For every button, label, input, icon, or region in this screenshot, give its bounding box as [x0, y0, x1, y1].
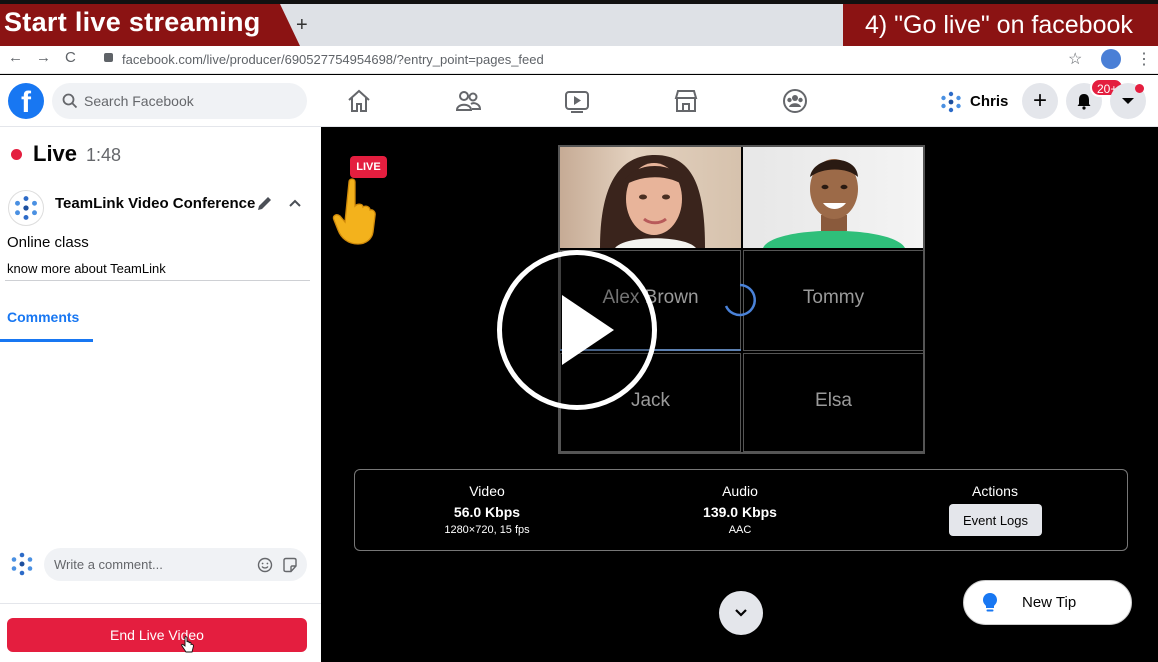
chevron-up-icon[interactable]	[288, 197, 302, 209]
screen: Start live streaming + 4) "Go live" on f…	[0, 0, 1158, 662]
video-title: Online class	[7, 234, 89, 251]
participant-name: Elsa	[815, 390, 852, 411]
man-portrait-image	[763, 159, 905, 248]
account-alert-dot	[1135, 84, 1144, 93]
new-tip-label: New Tip	[1022, 594, 1077, 611]
star-icon[interactable]: ☆	[1068, 49, 1082, 69]
back-icon[interactable]: ←	[8, 49, 23, 66]
caret-down-icon	[1122, 98, 1134, 104]
video-description: know more about TeamLink	[7, 261, 166, 276]
video-resolution: 1280×720, 15 fps	[444, 524, 530, 536]
profile-button[interactable]: Chris	[934, 83, 1014, 119]
loading-spinner-icon	[724, 283, 756, 317]
emoji-icon[interactable]	[257, 557, 273, 573]
video-label: Video	[469, 483, 505, 499]
tab-comments[interactable]: Comments	[7, 309, 79, 325]
search-input[interactable]	[84, 83, 294, 119]
comment-box	[44, 548, 307, 581]
teamlink-avatar-icon	[941, 91, 961, 113]
search-icon	[62, 93, 78, 109]
extension-icon[interactable]	[1101, 49, 1121, 69]
facebook-logo-icon[interactable]: f	[8, 83, 44, 119]
live-label: Live	[33, 141, 78, 166]
scroll-down-button[interactable]	[719, 591, 763, 635]
new-tab-button[interactable]: +	[296, 14, 308, 37]
profile-name: Chris	[970, 93, 1009, 110]
lightbulb-icon	[983, 593, 997, 612]
marketplace-icon[interactable]	[672, 87, 700, 115]
audio-bitrate: 139.0 Kbps	[703, 504, 777, 520]
live-dot-icon	[11, 149, 22, 160]
friends-icon[interactable]	[454, 87, 482, 115]
edit-pencil-icon[interactable]	[256, 194, 274, 212]
plus-icon: +	[1032, 87, 1047, 114]
participant-video-man	[743, 147, 923, 248]
end-live-video-button[interactable]: End Live Video	[7, 618, 307, 652]
video-bitrate: 56.0 Kbps	[453, 504, 521, 520]
bell-icon	[1077, 94, 1091, 110]
woman-portrait-image	[600, 155, 705, 248]
commenter-avatar-icon	[11, 552, 33, 576]
sticker-icon[interactable]	[282, 557, 298, 573]
home-icon[interactable]	[345, 87, 373, 115]
url-field[interactable]: facebook.com/live/producer/6905277549546…	[96, 48, 1056, 72]
live-elapsed-time: 1:48	[86, 145, 122, 165]
facebook-header: f Search Facebook Chris + 20+	[0, 75, 1158, 127]
bottom-separator	[0, 603, 321, 604]
watch-icon[interactable]	[563, 87, 591, 115]
participant-tile: Elsa	[743, 353, 924, 452]
tab-underline	[0, 339, 93, 342]
new-tip-button[interactable]: New Tip	[963, 580, 1132, 625]
browser-menu-icon[interactable]: ⋮	[1136, 49, 1152, 69]
live-sidebar: Live 1:48 TeamLink Video Conference Onli…	[0, 127, 321, 662]
right-banner: 4) "Go live" on facebook	[843, 4, 1158, 48]
audio-codec: AAC	[728, 524, 752, 536]
participant-tile: Tommy	[743, 250, 924, 351]
actions-label: Actions	[972, 483, 1018, 499]
tab-strip: Start live streaming + 4) "Go live" on f…	[0, 0, 1158, 48]
left-banner-text: Start live streaming	[4, 7, 261, 37]
chevron-down-icon	[735, 609, 747, 617]
live-badge: LIVE	[350, 156, 387, 178]
reload-icon[interactable]: C	[65, 49, 76, 66]
create-button[interactable]: +	[1022, 83, 1058, 119]
audio-label: Audio	[722, 483, 758, 499]
address-bar: ← → C facebook.com/live/producer/6905277…	[0, 46, 1158, 74]
left-banner: Start live streaming	[0, 4, 300, 46]
mouse-cursor-icon	[181, 636, 194, 653]
groups-icon[interactable]	[781, 87, 809, 115]
pointing-hand-icon	[332, 178, 376, 245]
event-logs-button[interactable]: Event Logs	[949, 504, 1042, 536]
comment-input[interactable]	[54, 548, 254, 581]
participant-name: Tommy	[802, 287, 865, 308]
right-banner-text: 4) "Go live" on facebook	[865, 11, 1133, 39]
search-box	[52, 83, 307, 119]
page-avatar-icon	[8, 190, 44, 226]
divider	[5, 280, 310, 281]
play-button[interactable]	[497, 250, 657, 410]
participant-video-woman	[560, 147, 741, 248]
page-name: TeamLink Video Conference	[55, 195, 256, 212]
stream-health-panel: Video 56.0 Kbps 1280×720, 15 fps Audio 1…	[354, 469, 1128, 551]
forward-icon[interactable]: →	[36, 49, 51, 66]
